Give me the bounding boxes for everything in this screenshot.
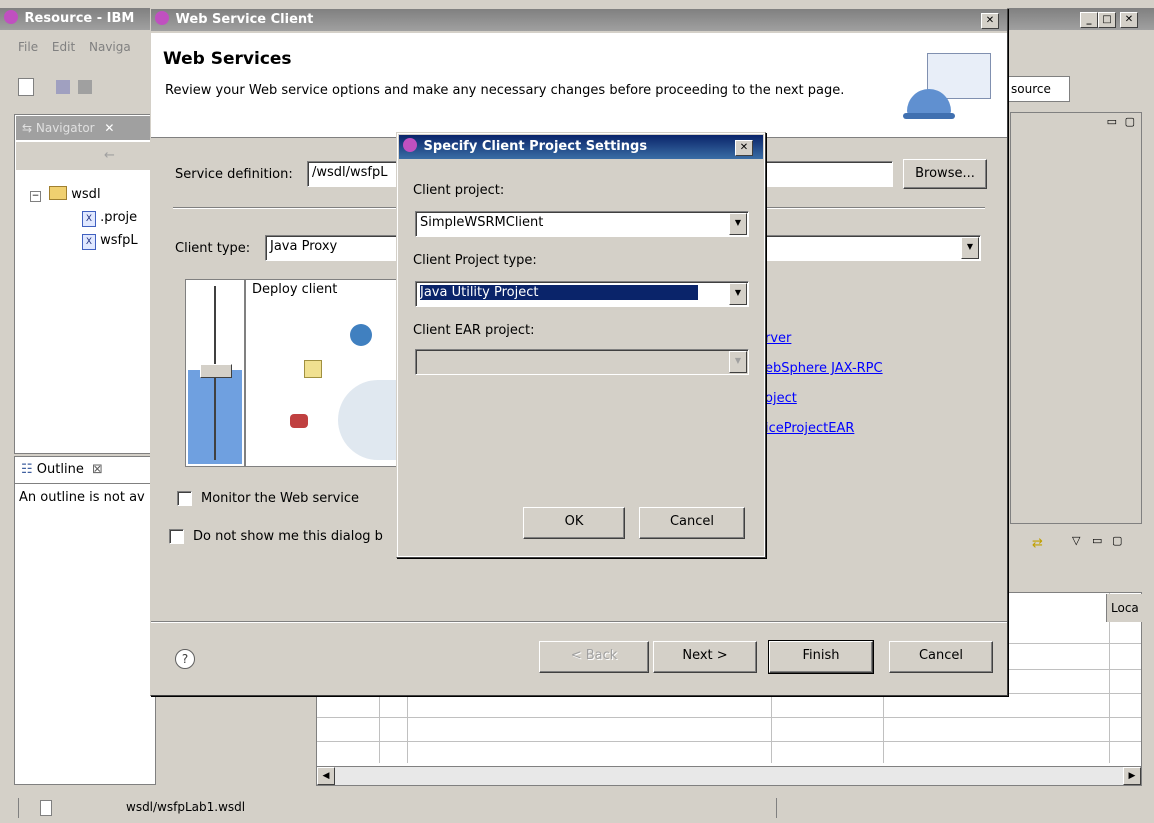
runtime-link[interactable]: ebSphere JAX-RPC <box>765 361 883 376</box>
monitor-checkbox[interactable] <box>177 491 192 506</box>
wizard-cancel-button[interactable]: Cancel <box>889 641 993 673</box>
service-definition-label: Service definition: <box>175 167 293 182</box>
bottom-right-toolbar: ⇄ ▽ ▭ ▢ <box>1010 530 1140 560</box>
deploy-label: Deploy client <box>252 282 338 297</box>
wizard-titlebar: Web Service Client <box>151 9 1007 31</box>
sync-icon[interactable]: ⇄ <box>1032 536 1043 551</box>
navigator-icon: ⇆ <box>22 121 36 135</box>
xml-file-icon: X <box>82 234 96 250</box>
maximize-button[interactable]: □ <box>1098 12 1116 28</box>
maximize-view-icon[interactable]: ▢ <box>1112 534 1122 547</box>
menu-navigate[interactable]: Naviga <box>89 40 131 54</box>
scroll-left-button[interactable]: ◀ <box>317 767 335 785</box>
back-button[interactable]: < Back <box>539 641 649 673</box>
client-project-type-label: Client Project type: <box>413 253 537 268</box>
server-link[interactable]: rver <box>765 331 791 346</box>
navigator-toolbar: ← <box>16 142 150 170</box>
dialog-close-button[interactable]: ✕ <box>735 140 753 156</box>
folder-icon <box>49 186 68 200</box>
wizard-close-button[interactable]: ✕ <box>981 13 999 29</box>
deploy-image: Deploy client <box>245 279 399 467</box>
client-project-type-select[interactable]: Java Utility Project ▼ <box>415 281 749 307</box>
monitor-label[interactable]: Monitor the Web service <box>201 491 359 506</box>
tree-item[interactable]: X wsfpL <box>82 233 138 250</box>
status-icon <box>40 800 52 816</box>
close-icon[interactable]: ✕ <box>104 121 114 135</box>
deploy-slider[interactable] <box>185 279 245 467</box>
app-icon <box>155 11 169 25</box>
slider-thumb[interactable] <box>200 364 232 378</box>
web-service-banner-icon <box>903 53 993 123</box>
chevron-down-icon: ▼ <box>729 351 747 373</box>
maximize-view-icon[interactable]: ▢ <box>1125 115 1135 128</box>
scroll-right-button[interactable]: ▶ <box>1123 767 1141 785</box>
view-menu-icon[interactable]: ▽ <box>1072 534 1080 547</box>
chevron-down-icon[interactable]: ▼ <box>961 237 979 259</box>
page-description: Review your Web service options and make… <box>165 83 845 98</box>
server-icon <box>290 414 308 428</box>
main-window-title: Resource - IBM <box>24 11 135 26</box>
status-file: wsdl/wsfpLab1.wsdl <box>126 800 246 814</box>
client-project-dialog: Specify Client Project Settings ✕ Client… <box>396 132 766 558</box>
tree-item[interactable]: X .proje <box>82 210 137 227</box>
globe-icon <box>350 324 372 346</box>
project-icon <box>304 360 322 378</box>
client-project-link[interactable]: oject <box>765 391 797 406</box>
outline-icon: ☷ <box>21 462 37 477</box>
app-icon <box>4 10 18 24</box>
table-header-location[interactable]: Loca <box>1106 594 1143 622</box>
dialog-title: Specify Client Project Settings <box>423 139 648 154</box>
browse-button[interactable]: Browse... <box>903 159 987 189</box>
next-button[interactable]: Next > <box>653 641 757 673</box>
app-icon <box>403 138 417 152</box>
close-main-button[interactable]: ✕ <box>1120 12 1138 28</box>
close-icon[interactable]: ⊠ <box>92 462 103 477</box>
horizontal-scrollbar[interactable]: ◀ ▶ <box>316 766 1142 786</box>
dont-show-label[interactable]: Do not show me this dialog b <box>193 529 383 544</box>
minimize-button[interactable]: _ <box>1080 12 1098 28</box>
page-title: Web Services <box>163 49 292 69</box>
tree-root[interactable]: − wsdl <box>30 186 101 202</box>
chevron-down-icon[interactable]: ▼ <box>729 213 747 235</box>
outline-message: An outline is not av <box>19 490 145 505</box>
dont-show-checkbox[interactable] <box>169 529 184 544</box>
back-arrow-icon[interactable]: ← <box>104 148 115 163</box>
finish-button[interactable]: Finish <box>768 640 874 674</box>
outline-tab[interactable]: ☷ Outline ⊠ <box>14 456 154 483</box>
wizard-header: Web Services Review your Web service opt… <box>151 33 1007 138</box>
ear-project-link[interactable]: iceProjectEAR <box>765 421 854 436</box>
navigator-tab[interactable]: ⇆ Navigator ✕ <box>16 116 156 140</box>
help-icon[interactable]: ? <box>175 649 195 669</box>
client-ear-label: Client EAR project: <box>413 323 535 338</box>
dialog-cancel-button[interactable]: Cancel <box>639 507 745 539</box>
minimize-view-icon[interactable]: ▭ <box>1107 115 1117 128</box>
status-bar: wsdl/wsfpLab1.wsdl <box>0 792 1154 823</box>
new-icon[interactable] <box>18 78 34 96</box>
separator <box>151 621 1007 623</box>
client-project-select[interactable]: SimpleWSRMClient ▼ <box>415 211 749 237</box>
client-project-label: Client project: <box>413 183 505 198</box>
client-type-label: Client type: <box>175 241 251 256</box>
chevron-down-icon[interactable]: ▼ <box>729 283 747 305</box>
ok-button[interactable]: OK <box>523 507 625 539</box>
client-ear-select[interactable]: ▼ <box>415 349 749 375</box>
collapse-icon[interactable]: − <box>30 191 41 202</box>
menu-edit[interactable]: Edit <box>52 40 75 54</box>
right-panel: ▭ ▢ <box>1010 112 1142 524</box>
dialog-titlebar: Specify Client Project Settings <box>399 135 763 159</box>
print-icon[interactable] <box>78 80 92 94</box>
toolbar <box>10 74 150 100</box>
perspective-switcher[interactable]: source <box>1008 76 1070 102</box>
minimize-view-icon[interactable]: ▭ <box>1092 534 1102 547</box>
xml-file-icon: X <box>82 211 96 227</box>
outline-panel: An outline is not av <box>14 483 156 785</box>
wizard-title: Web Service Client <box>175 12 314 27</box>
menu-bar: File Edit Naviga <box>18 40 131 54</box>
save-icon[interactable] <box>56 80 70 94</box>
menu-file[interactable]: File <box>18 40 38 54</box>
